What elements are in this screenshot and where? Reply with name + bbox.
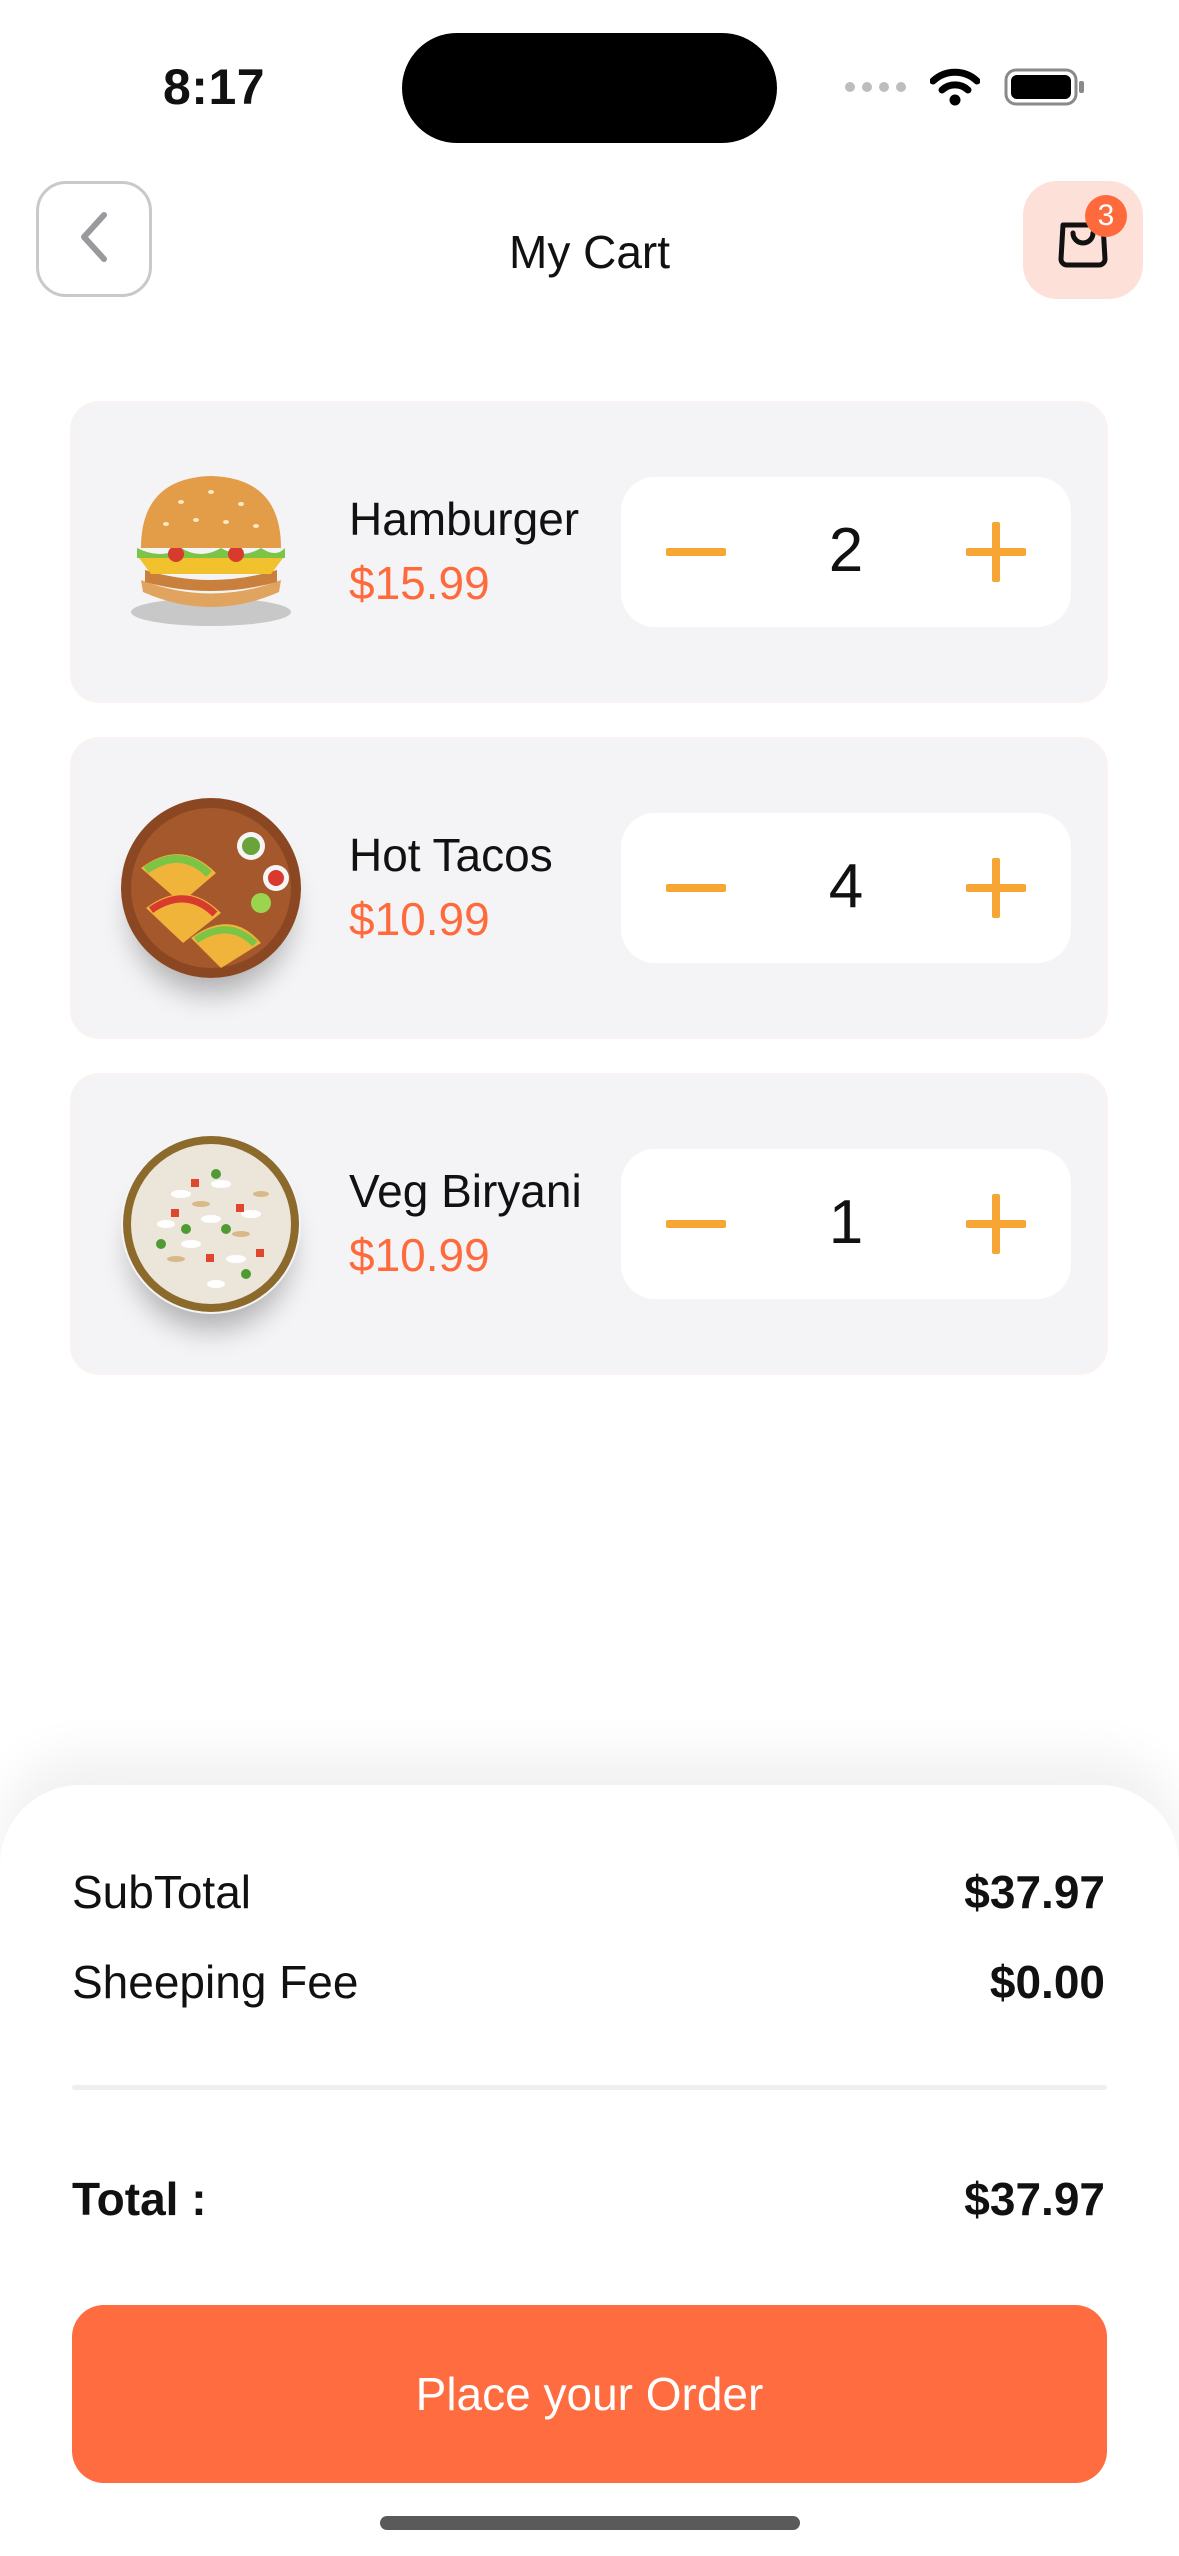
shipping-fee-value: $0.00 xyxy=(989,1956,1105,2008)
plus-icon[interactable] xyxy=(961,517,1031,587)
shipping-fee-label: Sheeping Fee xyxy=(72,1956,359,2008)
wifi-icon xyxy=(930,67,980,107)
cart-button[interactable] xyxy=(1023,181,1143,299)
page-title: My Cart xyxy=(509,226,670,278)
item-price: $10.99 xyxy=(349,1229,490,1281)
minus-icon[interactable] xyxy=(661,522,731,582)
item-price: $10.99 xyxy=(349,893,490,945)
quantity-value: 1 xyxy=(828,1188,864,1257)
quantity-value: 4 xyxy=(828,852,864,921)
cart-item-hot-tacos: Hot Tacos $10.99 4 xyxy=(71,738,1107,1038)
home-indicator[interactable] xyxy=(380,2516,800,2530)
subtotal-label: SubTotal xyxy=(72,1866,252,1918)
battery-icon xyxy=(1004,67,1086,107)
cart-item-veg-biryani: Veg Biryani $10.99 1 xyxy=(71,1074,1107,1374)
item-price: $15.99 xyxy=(349,557,490,609)
plus-icon[interactable] xyxy=(961,1189,1031,1259)
divider xyxy=(72,2085,1107,2090)
minus-icon[interactable] xyxy=(661,1194,731,1254)
status-time: 8:17 xyxy=(163,59,266,115)
place-order-button[interactable]: Place your Order xyxy=(72,2305,1107,2483)
tacos-image xyxy=(121,798,301,978)
item-name: Hot Tacos xyxy=(349,829,553,881)
signal-icon xyxy=(845,82,906,92)
total-value: $37.97 xyxy=(964,2173,1105,2225)
quantity-value: 2 xyxy=(828,516,864,585)
quantity-stepper: 1 xyxy=(621,1149,1071,1299)
hamburger-image xyxy=(121,462,301,642)
order-summary-sheet: SubTotal $37.97 Sheeping Fee $0.00 Total… xyxy=(0,1785,1179,2556)
cart-count-badge: 3 xyxy=(1085,195,1127,237)
quantity-stepper: 4 xyxy=(621,813,1071,963)
biryani-image xyxy=(121,1134,301,1314)
quantity-stepper: 2 xyxy=(621,477,1071,627)
plus-icon[interactable] xyxy=(961,853,1031,923)
item-name: Hamburger xyxy=(349,493,580,545)
dynamic-island xyxy=(402,33,777,143)
status-icons xyxy=(845,62,1086,112)
total-label: Total : xyxy=(72,2173,207,2225)
subtotal-value: $37.97 xyxy=(964,1866,1105,1918)
item-name: Veg Biryani xyxy=(349,1165,582,1217)
cart-item-hamburger: Hamburger $15.99 2 xyxy=(71,402,1107,702)
minus-icon[interactable] xyxy=(661,858,731,918)
